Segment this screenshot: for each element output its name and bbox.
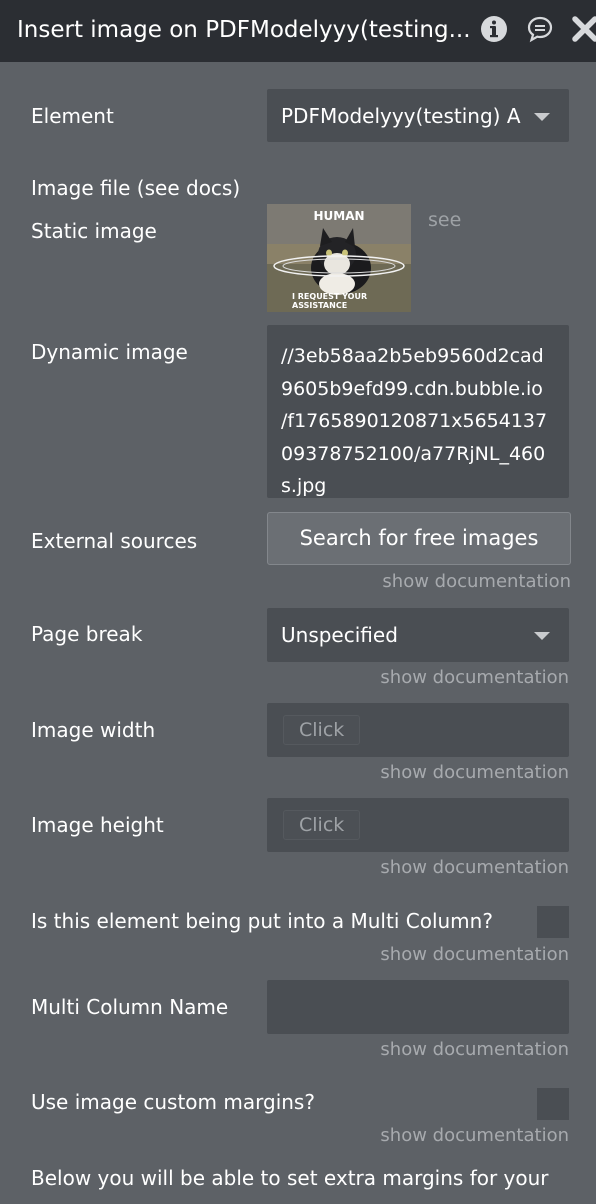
image-width-label: Image width [31, 718, 156, 742]
show-documentation-link[interactable]: show documentation [380, 667, 569, 688]
image-height-label: Image height [31, 813, 164, 837]
margins-note: Below you will be able to set extra marg… [31, 1166, 549, 1190]
image-width-input[interactable]: Click [267, 703, 569, 757]
show-documentation-link[interactable]: show documentation [382, 571, 571, 592]
static-image-label: Static image [31, 219, 157, 243]
image-file-label: Image file (see docs) [31, 176, 241, 200]
custom-margins-label: Use image custom margins? [31, 1090, 315, 1114]
element-dropdown[interactable]: PDFModelyyy(testing) A [267, 89, 569, 142]
static-image-thumbnail[interactable]: HUMAN I REQUEST YOUR ASSISTANCE [267, 204, 411, 312]
show-documentation-link[interactable]: show documentation [380, 1125, 569, 1146]
thumbnail-bottom-caption: I REQUEST YOUR ASSISTANCE [292, 292, 368, 310]
multi-column-name-label: Multi Column Name [31, 995, 229, 1019]
page-break-label: Page break [31, 622, 143, 646]
element-label: Element [31, 104, 114, 128]
search-free-images-button-label: Search for free images [299, 526, 539, 550]
panel-title: Insert image on PDFModelyyy(testing... [17, 17, 471, 43]
multi-column-name-input[interactable] [267, 980, 569, 1034]
multi-column-checkbox[interactable] [537, 906, 569, 938]
page-break-dropdown[interactable]: Unspecified [267, 608, 569, 662]
dynamic-image-value: //3eb58aa2b5eb9560d2cad 9605b9efd99.cdn.… [281, 345, 548, 497]
close-icon[interactable] [570, 14, 596, 44]
chevron-down-icon [534, 113, 550, 121]
dynamic-image-label: Dynamic image [31, 340, 188, 364]
page-break-dropdown-value: Unspecified [281, 623, 398, 647]
external-sources-label: External sources [31, 529, 198, 553]
element-dropdown-value: PDFModelyyy(testing) A [281, 104, 521, 128]
show-documentation-link[interactable]: show documentation [380, 944, 569, 965]
show-documentation-link[interactable]: show documentation [380, 762, 569, 783]
search-free-images-button[interactable]: Search for free images [267, 512, 571, 565]
dynamic-image-input[interactable]: //3eb58aa2b5eb9560d2cad 9605b9efd99.cdn.… [267, 325, 569, 498]
multi-column-label: Is this element being put into a Multi C… [31, 909, 493, 933]
info-icon[interactable] [479, 14, 509, 44]
chevron-down-icon [534, 632, 550, 640]
show-documentation-link[interactable]: show documentation [380, 1039, 569, 1060]
panel-header: Insert image on PDFModelyyy(testing... [0, 0, 596, 62]
comment-icon[interactable] [525, 14, 555, 44]
image-width-click-pill[interactable]: Click [283, 715, 361, 745]
image-height-click-pill[interactable]: Click [283, 810, 361, 840]
see-link[interactable]: see [428, 209, 461, 231]
thumbnail-top-caption: HUMAN [313, 209, 365, 223]
image-height-input[interactable]: Click [267, 798, 569, 852]
show-documentation-link[interactable]: show documentation [380, 857, 569, 878]
custom-margins-checkbox[interactable] [537, 1088, 569, 1120]
